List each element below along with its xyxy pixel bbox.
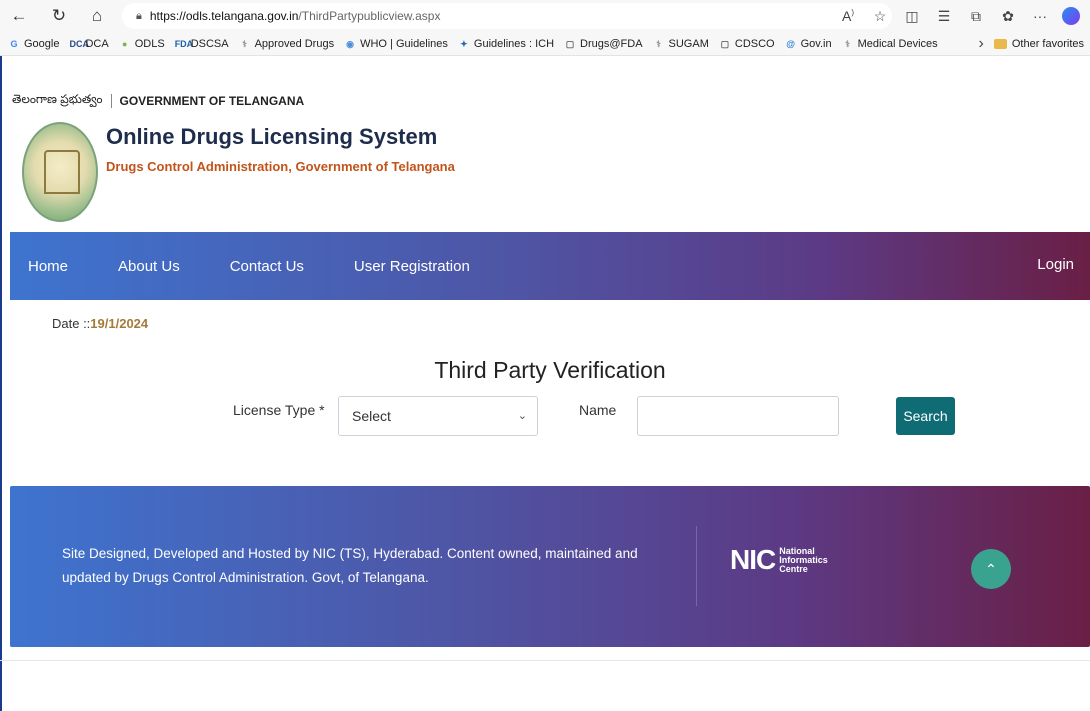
favorite-item[interactable]: ⚕ SUGAM xyxy=(653,38,709,50)
main-nav: Home About Us Contact Us User Registrati… xyxy=(10,232,1090,300)
chevron-right-icon[interactable]: › xyxy=(979,35,984,53)
scroll-to-top-button[interactable]: ⌃ xyxy=(971,549,1011,589)
license-type-value: Select xyxy=(352,408,391,424)
lock-icon: 🔒︎ xyxy=(136,9,142,22)
favorite-item-label: Google xyxy=(24,37,60,50)
nav-home[interactable]: Home xyxy=(28,258,68,275)
favorite-item-label: Gov.in xyxy=(800,37,832,50)
government-title: GOVERNMENT OF TELANGANA xyxy=(119,93,305,108)
favorite-item-icon: ▢ xyxy=(720,38,730,49)
favorite-item-label: DSCSA xyxy=(190,37,229,50)
favorite-item-label: CDSCO xyxy=(734,37,775,50)
favorite-item[interactable]: ⚕ Approved Drugs xyxy=(239,37,335,50)
site-subtitle: Drugs Control Administration, Government… xyxy=(106,159,455,174)
page-title: Third Party Verification xyxy=(434,357,666,383)
license-type-select[interactable]: Select ⌄ xyxy=(338,396,538,436)
page-bottom-divider xyxy=(0,660,1090,661)
favorite-item-label: DCA xyxy=(85,37,109,50)
favorite-item-label: ODLS xyxy=(134,37,165,50)
favorite-item[interactable]: ▢ CDSCO xyxy=(719,38,775,50)
url-path: /ThirdPartypublicview.aspx xyxy=(298,9,441,23)
name-input[interactable] xyxy=(637,396,839,436)
favorite-item-label: Drugs@FDA xyxy=(580,37,643,50)
nav-login[interactable]: Login xyxy=(1037,256,1074,273)
favorite-item-icon: ⚕ xyxy=(656,38,661,49)
favorite-item-icon: ◉ xyxy=(346,38,355,49)
favorite-star-icon[interactable]: ☆ xyxy=(864,8,896,25)
extensions-icon[interactable]: ✿ xyxy=(992,8,1024,25)
url-host: https://odls.telangana.gov.in xyxy=(149,9,299,23)
favorite-item[interactable]: ▢ Drugs@FDA xyxy=(564,38,643,50)
copilot-icon[interactable] xyxy=(1062,7,1080,25)
favorite-item-icon: DCA xyxy=(69,38,89,49)
favorite-item[interactable]: ⚕ Medical Devices xyxy=(842,38,938,50)
government-line: తెలంగాణ ప్రభుత్వం GOVERNMENT OF TELANGAN… xyxy=(12,92,304,109)
favorite-item-icon: ⚕ xyxy=(845,38,851,49)
favorite-item[interactable]: FDA DSCSA xyxy=(175,38,229,50)
folder-icon xyxy=(993,39,1007,49)
favorite-item-label: Approved Drugs xyxy=(254,37,335,50)
back-icon[interactable]: ← xyxy=(6,3,32,29)
favorite-item-icon: @ xyxy=(786,38,795,49)
other-favorites[interactable]: › Other favorites xyxy=(979,32,1084,56)
read-aloud-icon[interactable]: A) xyxy=(832,8,864,24)
favorite-item[interactable]: ◉ WHO | Guidelines xyxy=(344,38,448,50)
favorite-item[interactable]: G Google xyxy=(8,38,59,50)
telugu-title: తెలంగాణ ప్రభుత్వం xyxy=(12,92,103,106)
favorite-item[interactable]: ● ODLS xyxy=(119,38,165,50)
home-icon[interactable]: ⌂ xyxy=(84,3,110,29)
favorite-item-icon: ▢ xyxy=(565,38,575,49)
favorite-item[interactable]: DCA DCA xyxy=(69,38,108,50)
favorite-item[interactable]: ✦ Guidelines : ICH xyxy=(458,38,554,50)
favorites-icon[interactable]: ☰ xyxy=(928,8,960,25)
name-label: Name xyxy=(579,402,617,418)
date-value: 19/1/2024 xyxy=(90,316,149,331)
favorite-item-icon: G xyxy=(10,38,18,49)
footer: Site Designed, Developed and Hosted by N… xyxy=(10,486,1090,647)
favorite-item[interactable]: @ Gov.in xyxy=(785,37,832,50)
divider xyxy=(110,93,112,108)
nav-user-registration[interactable]: User Registration xyxy=(354,258,470,275)
favorite-item-label: WHO | Guidelines xyxy=(360,37,448,50)
refresh-icon[interactable]: ↻ xyxy=(46,3,72,29)
search-button[interactable]: Search xyxy=(896,397,955,435)
license-type-label: License Type * xyxy=(233,402,325,418)
url-bar[interactable]: 🔒︎ https://odls.telangana.gov.in/ThirdPa… xyxy=(122,3,892,29)
nic-logo: NIC National Informatics Centre xyxy=(730,546,828,574)
favorite-item-icon: FDA xyxy=(174,38,194,49)
footer-divider xyxy=(696,526,697,606)
date-line: Date ::19/1/2024 xyxy=(52,316,148,331)
nav-contact-us[interactable]: Contact Us xyxy=(230,258,304,275)
favorite-item-label: Guidelines : ICH xyxy=(473,37,555,50)
nic-line-3: Centre xyxy=(779,563,808,574)
chevron-up-icon: ⌃ xyxy=(985,560,997,577)
date-label: Date :: xyxy=(52,316,91,331)
nic-words: National Informatics Centre xyxy=(779,546,828,574)
chevron-down-icon: ⌄ xyxy=(517,410,527,422)
telangana-emblem-logo xyxy=(22,122,98,222)
nic-mark: NIC xyxy=(730,544,776,575)
other-favorites-label: Other favorites xyxy=(1011,38,1084,50)
favorites-bar: G Google DCA DCA ● ODLS FDA DSCSA ⚕ Approved Drug… xyxy=(0,32,1090,56)
favorite-item-icon: ✦ xyxy=(460,38,468,49)
nav-about-us[interactable]: About Us xyxy=(118,258,180,275)
split-screen-icon[interactable]: ◫ xyxy=(896,8,928,25)
favorite-item-label: SUGAM xyxy=(668,37,709,50)
collections-icon[interactable]: ⧉ xyxy=(960,8,992,25)
footer-text: Site Designed, Developed and Hosted by N… xyxy=(62,546,638,585)
browser-toolbar: A) ☆ ◫ ☰ ⧉ ✿ ··· xyxy=(832,0,1080,32)
site-title: Online Drugs Licensing System xyxy=(106,124,438,149)
more-icon[interactable]: ··· xyxy=(1024,8,1056,24)
favorite-item-icon: ⚕ xyxy=(242,38,248,49)
favorite-item-icon: ● xyxy=(122,38,128,49)
favorite-item-label: Medical Devices xyxy=(857,37,938,50)
